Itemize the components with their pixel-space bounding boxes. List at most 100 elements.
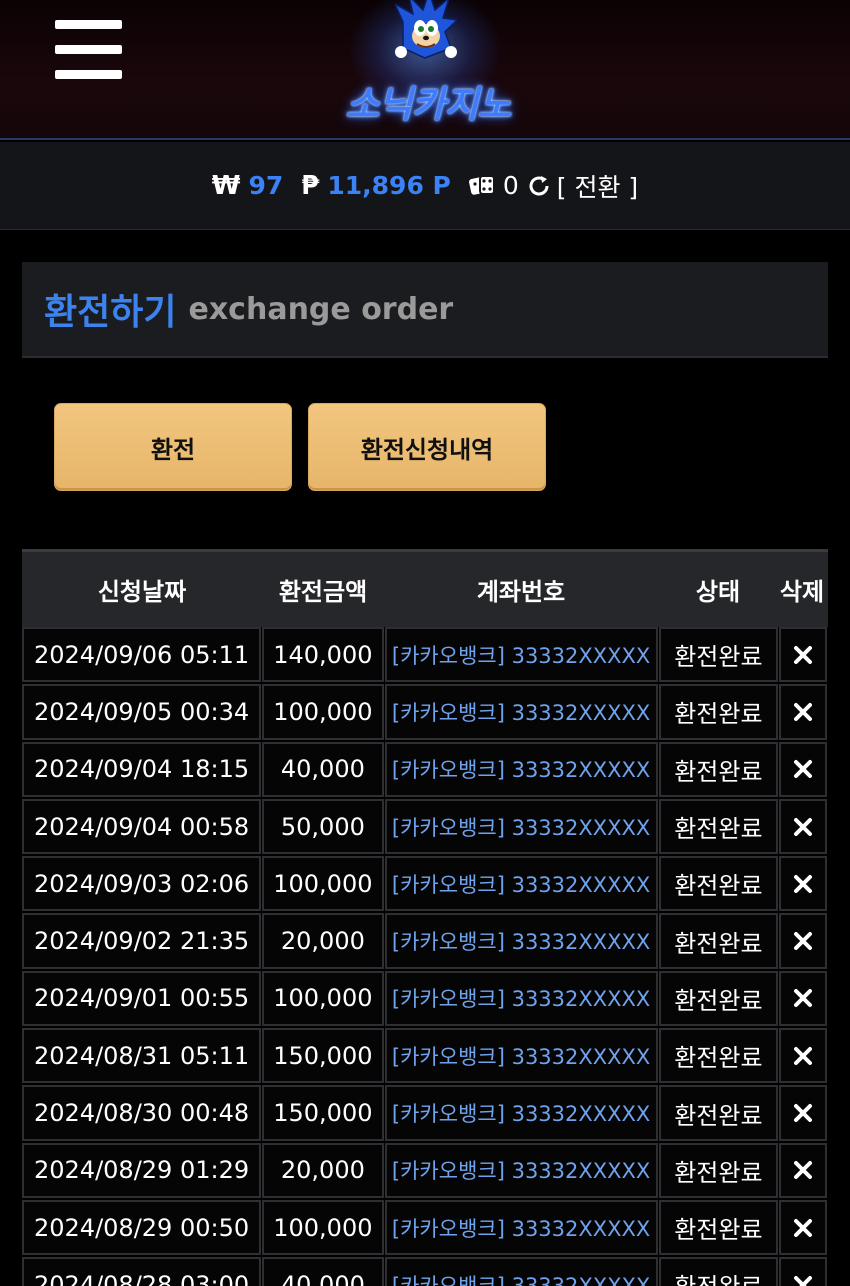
close-icon bbox=[794, 989, 813, 1008]
close-icon bbox=[794, 1161, 813, 1180]
table-row: 2024/09/03 02:06 100,000 [카카오뱅크] 33332XXXX… bbox=[22, 856, 828, 913]
row-account: [카카오뱅크] 33332XXXXX bbox=[384, 913, 658, 969]
header-account: 계좌번호 bbox=[476, 578, 566, 606]
close-icon bbox=[794, 874, 813, 893]
close-icon bbox=[794, 1275, 813, 1286]
row-date: 2024/08/30 00:48 bbox=[22, 1085, 262, 1141]
delete-button[interactable] bbox=[779, 684, 827, 740]
row-date: 2024/09/03 02:06 bbox=[22, 856, 262, 912]
row-status: 환전완료 bbox=[658, 1028, 779, 1084]
row-date: 2024/09/02 21:35 bbox=[22, 913, 262, 969]
row-account: [카카오뱅크] 33332XXXXX bbox=[384, 1085, 658, 1141]
row-status: 환전완료 bbox=[658, 1142, 779, 1198]
row-amount: 20,000 bbox=[262, 1142, 384, 1198]
tab-exchange-history[interactable]: 환전신청내역 bbox=[308, 403, 546, 491]
table-row: 2024/08/29 00:50 100,000 [카카오뱅크] 33332XXXX… bbox=[22, 1199, 828, 1257]
close-icon bbox=[794, 1218, 813, 1237]
delete-button[interactable] bbox=[779, 1199, 827, 1256]
row-status: 환전완료 bbox=[658, 1085, 779, 1141]
row-date: 2024/09/04 00:58 bbox=[22, 798, 262, 855]
row-date: 2024/09/06 05:11 bbox=[22, 627, 262, 683]
close-icon bbox=[794, 817, 813, 836]
row-date: 2024/08/31 05:11 bbox=[22, 1028, 262, 1084]
close-icon bbox=[794, 932, 813, 951]
table-row: 2024/08/28 03:00 40,000 [카카오뱅크] 33332XXXXX… bbox=[22, 1257, 828, 1286]
dice-icon bbox=[468, 174, 495, 195]
header-status: 상태 bbox=[695, 578, 741, 606]
site-header: 소닉카지노 bbox=[0, 0, 850, 140]
won-balance: ₩ 97 bbox=[212, 171, 283, 201]
row-status: 환전완료 bbox=[658, 627, 779, 683]
table-row: 2024/09/01 00:55 100,000 [카카오뱅크] 33332XXXX… bbox=[22, 970, 828, 1028]
row-amount: 140,000 bbox=[262, 627, 384, 683]
won-icon: ₩ bbox=[211, 170, 241, 201]
tab-exchange[interactable]: 환전 bbox=[54, 403, 292, 491]
table-row: 2024/08/31 05:11 150,000 [카카오뱅크] 33332XXXX… bbox=[22, 1028, 828, 1085]
convert-button[interactable]: [ 전환 ] bbox=[557, 168, 638, 204]
point-balance: ₱ 11,896 P bbox=[301, 171, 451, 201]
row-status: 환전완료 bbox=[658, 970, 779, 1027]
logo-text: 소닉카지노 bbox=[345, 83, 511, 126]
delete-button[interactable] bbox=[779, 798, 827, 855]
row-account: [카카오뱅크] 33332XXXXX bbox=[384, 798, 658, 855]
close-icon bbox=[794, 760, 813, 779]
row-amount: 100,000 bbox=[262, 1199, 384, 1256]
row-status: 환전완료 bbox=[658, 798, 779, 855]
page-subtitle: exchange order bbox=[188, 291, 454, 327]
row-amount: 100,000 bbox=[262, 684, 384, 740]
row-amount: 100,000 bbox=[262, 970, 384, 1027]
table-row: 2024/08/30 00:48 150,000 [카카오뱅크] 33332XXXX… bbox=[22, 1085, 828, 1142]
row-account: [카카오뱅크] 33332XXXXX bbox=[384, 627, 658, 683]
row-account: [카카오뱅크] 33332XXXXX bbox=[384, 970, 658, 1027]
row-account: [카카오뱅크] 33332XXXXX bbox=[384, 1199, 658, 1256]
row-account: [카카오뱅크] 33332XXXXX bbox=[384, 741, 658, 797]
row-date: 2024/08/29 00:50 bbox=[22, 1199, 262, 1256]
delete-button[interactable] bbox=[779, 1085, 827, 1141]
close-icon bbox=[794, 1104, 813, 1123]
table-row: 2024/09/04 18:15 40,000 [카카오뱅크] 33332XXXXX… bbox=[22, 741, 828, 799]
row-date: 2024/09/05 00:34 bbox=[22, 684, 262, 740]
sonic-mascot-icon bbox=[395, 0, 457, 59]
row-amount: 50,000 bbox=[262, 798, 384, 855]
row-account: [카카오뱅크] 33332XXXXX bbox=[384, 1028, 658, 1084]
balance-bar: ₩ 97 ₱ 11,896 P 0 [ 전환 ] bbox=[0, 142, 850, 230]
table-row: 2024/09/05 00:34 100,000 [카카오뱅크] 33332XXXX… bbox=[22, 684, 828, 741]
row-amount: 150,000 bbox=[262, 1028, 384, 1084]
delete-button[interactable] bbox=[779, 856, 827, 912]
delete-button[interactable] bbox=[779, 741, 827, 797]
close-icon bbox=[794, 702, 813, 721]
row-account: [카카오뱅크] 33332XXXXX bbox=[384, 684, 658, 740]
row-amount: 40,000 bbox=[262, 741, 384, 797]
row-amount: 150,000 bbox=[262, 1085, 384, 1141]
delete-button[interactable] bbox=[779, 1257, 827, 1286]
chip-balance-value: 0 bbox=[502, 171, 519, 200]
row-amount: 40,000 bbox=[262, 1257, 384, 1286]
row-status: 환전완료 bbox=[658, 684, 779, 740]
delete-button[interactable] bbox=[779, 627, 827, 683]
table-row: 2024/09/02 21:35 20,000 [카카오뱅크] 33332XXXXX… bbox=[22, 913, 828, 970]
won-balance-value: 97 bbox=[248, 171, 284, 200]
row-amount: 100,000 bbox=[262, 856, 384, 912]
row-status: 환전완료 bbox=[658, 913, 779, 969]
delete-button[interactable] bbox=[779, 1142, 827, 1198]
header-date: 신청날짜 bbox=[97, 578, 187, 606]
table-row: 2024/08/29 01:29 20,000 [카카오뱅크] 33332XXXXX… bbox=[22, 1142, 828, 1200]
row-date: 2024/08/28 03:00 bbox=[22, 1257, 262, 1286]
delete-button[interactable] bbox=[779, 970, 827, 1027]
row-account: [카카오뱅크] 33332XXXXX bbox=[384, 856, 658, 912]
close-icon bbox=[794, 645, 813, 664]
page-title-panel: 환전하기 exchange order bbox=[22, 262, 828, 358]
point-balance-value: 11,896 P bbox=[327, 171, 451, 200]
row-amount: 20,000 bbox=[262, 913, 384, 969]
refresh-icon[interactable] bbox=[527, 174, 551, 198]
page-title: 환전하기 bbox=[44, 292, 177, 333]
delete-button[interactable] bbox=[779, 913, 827, 969]
row-date: 2024/08/29 01:29 bbox=[22, 1142, 262, 1198]
table-row: 2024/09/06 05:11 140,000 [카카오뱅크] 33332XXXX… bbox=[22, 627, 828, 684]
point-icon: ₱ bbox=[301, 170, 320, 201]
row-status: 환전완료 bbox=[658, 1199, 779, 1256]
site-logo[interactable]: 소닉카지노 bbox=[310, 0, 540, 132]
row-date: 2024/09/01 00:55 bbox=[22, 970, 262, 1027]
hamburger-menu-icon[interactable] bbox=[55, 20, 122, 80]
delete-button[interactable] bbox=[779, 1028, 827, 1084]
